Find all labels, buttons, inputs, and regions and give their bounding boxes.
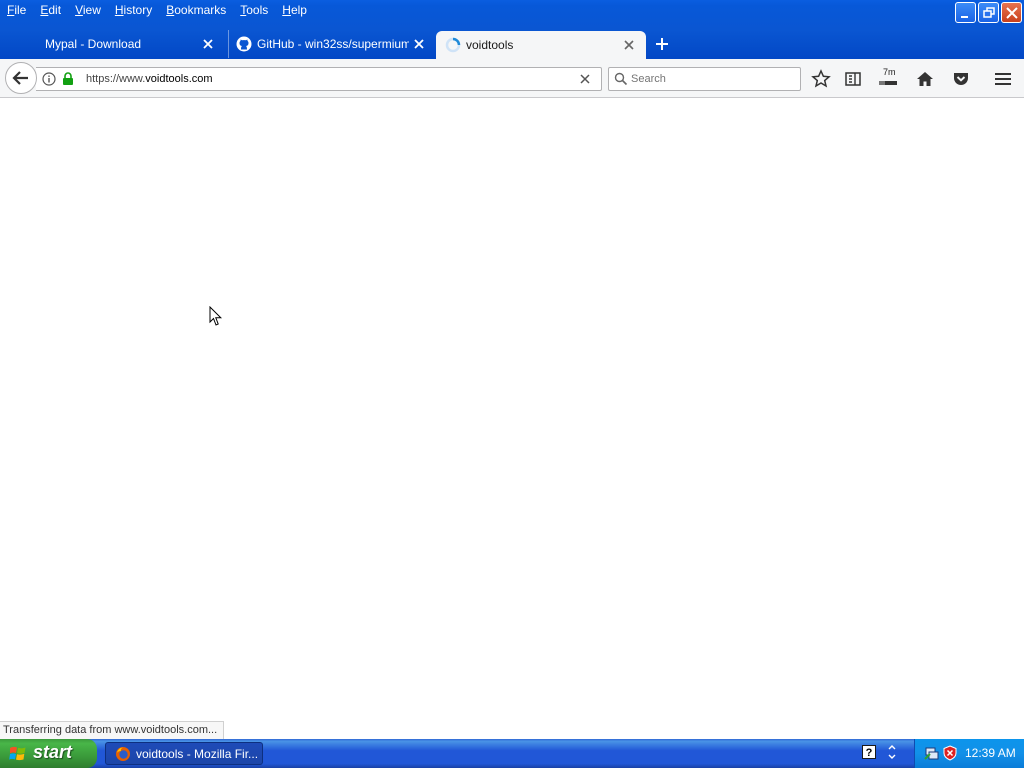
restore-icon (983, 7, 995, 18)
status-panel: Transferring data from www.voidtools.com… (0, 721, 225, 739)
menu-view-accesskey: V (75, 3, 83, 17)
downloads-button[interactable]: 7m (878, 67, 898, 89)
reading-list-icon[interactable] (843, 69, 863, 89)
site-info-icon[interactable] (42, 72, 56, 86)
close-window-button[interactable] (1001, 2, 1022, 23)
security-shield-icon[interactable] (942, 745, 958, 761)
tab-title: Mypal - Download (45, 37, 142, 51)
tab-strip: Mypal - Download GitHub - win32ss/superm… (0, 30, 1024, 59)
restore-button[interactable] (978, 2, 999, 23)
url-prefix: https://www. (86, 73, 146, 85)
github-icon (236, 36, 252, 52)
url-bar[interactable]: https://www.voidtools.com (36, 67, 602, 91)
menu-edit-label: dit (48, 3, 62, 17)
clock[interactable]: 12:39 AM (965, 746, 1016, 760)
menu-help-label: elp (290, 3, 307, 17)
url-text: https://www.voidtools.com (86, 73, 213, 85)
windows-logo-icon (9, 746, 26, 761)
stop-loading-icon[interactable] (578, 72, 592, 86)
system-tray: 12:39 AM (914, 739, 1024, 768)
pocket-icon[interactable] (951, 69, 971, 89)
menu-edit[interactable]: Edit (33, 0, 68, 22)
menu-view-label: iew (82, 3, 101, 17)
minimize-icon (961, 16, 968, 18)
taskbar-button-firefox[interactable]: voidtools - Mozilla Fir... (105, 742, 263, 765)
new-tab-plus-icon[interactable] (654, 36, 670, 52)
hamburger-menu-icon[interactable] (993, 69, 1013, 89)
menu-file-label: ile (14, 3, 27, 17)
close-icon (1006, 7, 1018, 19)
search-input[interactable] (631, 71, 791, 87)
firefox-icon (116, 747, 130, 761)
menu-view[interactable]: View (68, 0, 108, 22)
home-icon[interactable] (915, 69, 935, 89)
window-titlebar: File Edit View History Bookmarks Tools H… (0, 0, 1024, 60)
search-bar[interactable] (608, 67, 801, 91)
tab-mypal-download[interactable]: Mypal - Download (0, 30, 225, 58)
tab-title: GitHub - win32ss/supermium: ... (257, 37, 409, 51)
menu-history-label: istory (123, 3, 153, 17)
taskbar-button-label: voidtools - Mozilla Fir... (136, 747, 259, 761)
url-host: voidtools.com (145, 73, 213, 85)
secure-lock-icon[interactable] (62, 72, 74, 86)
menu-tools-label: ools (246, 3, 269, 17)
bookmark-star-icon[interactable] (811, 69, 831, 89)
tab-close-icon[interactable] (201, 37, 215, 51)
tab-voidtools[interactable]: voidtools (436, 31, 646, 59)
page-content (0, 99, 1024, 739)
back-button[interactable] (5, 62, 37, 94)
loading-spinner-icon (445, 37, 461, 53)
tab-close-icon[interactable] (412, 37, 426, 51)
menu-bar: File Edit View History Bookmarks Tools H… (0, 0, 314, 22)
menu-help[interactable]: Help (275, 0, 314, 22)
navigation-toolbar: https://www.voidtools.com 7m (0, 59, 1024, 98)
tab-github-supermium[interactable]: GitHub - win32ss/supermium: ... (228, 30, 436, 58)
back-arrow-icon (12, 71, 28, 85)
minimize-button[interactable] (955, 2, 976, 23)
start-label: start (33, 742, 73, 762)
mouse-cursor-icon (209, 306, 223, 326)
tab-close-icon[interactable] (622, 38, 636, 52)
search-icon (614, 72, 628, 86)
svg-text:?: ? (866, 747, 873, 759)
tray-expand-icon[interactable] (885, 742, 899, 762)
menu-tools[interactable]: Tools (233, 0, 275, 22)
network-icon[interactable] (924, 745, 940, 761)
start-button[interactable]: start (0, 739, 97, 768)
menu-help-accesskey: H (282, 3, 291, 17)
menu-history[interactable]: History (108, 0, 159, 22)
menu-bookmarks[interactable]: Bookmarks (159, 0, 233, 22)
help-icon[interactable]: ? (862, 745, 876, 759)
download-time-remaining: 7m (883, 67, 896, 77)
menu-bookmarks-label: ookmarks (174, 3, 227, 17)
menu-history-accesskey: H (114, 3, 124, 17)
menu-file[interactable]: File (0, 0, 33, 22)
tab-title: voidtools (466, 38, 514, 52)
